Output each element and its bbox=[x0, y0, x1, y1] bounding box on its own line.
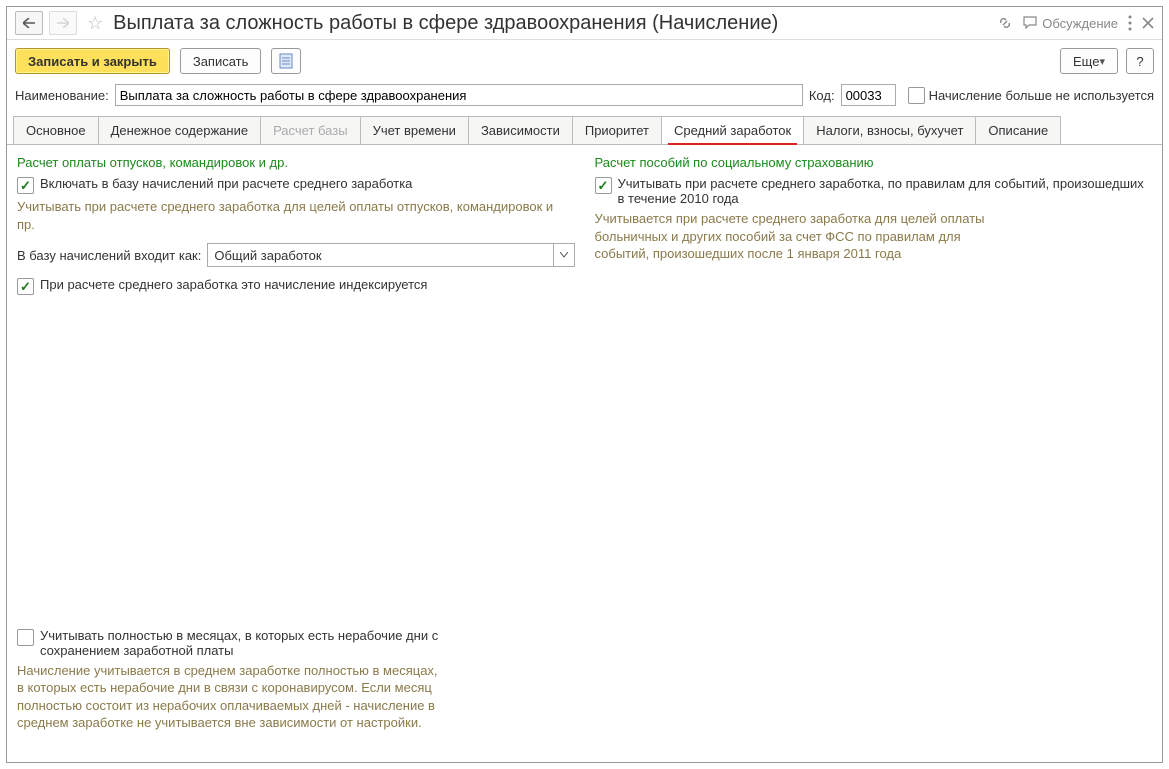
not-used-label: Начисление больше не используется bbox=[929, 88, 1154, 103]
code-input[interactable] bbox=[841, 84, 896, 106]
social-insurance-label: Учитывать при расчете среднего заработка… bbox=[618, 176, 1153, 206]
full-months-label: Учитывать полностью в месяцах, в которых… bbox=[40, 628, 447, 658]
name-input[interactable] bbox=[115, 84, 803, 106]
include-in-base-checkbox[interactable] bbox=[17, 177, 34, 194]
full-months-hint: Начисление учитывается в среднем заработ… bbox=[17, 662, 447, 732]
tab-average-earnings[interactable]: Средний заработок bbox=[661, 116, 804, 144]
include-in-base-hint: Учитывать при расчете среднего заработка… bbox=[17, 198, 575, 233]
tabs-bar: Основное Денежное содержание Расчет базы… bbox=[7, 116, 1162, 145]
link-icon[interactable] bbox=[997, 15, 1013, 31]
base-as-value: Общий заработок bbox=[208, 244, 552, 266]
page-title: Выплата за сложность работы в сфере здра… bbox=[113, 12, 991, 35]
indexed-checkbox[interactable] bbox=[17, 278, 34, 295]
base-as-label: В базу начислений входит как: bbox=[17, 248, 201, 263]
indexed-label: При расчете среднего заработка это начис… bbox=[40, 277, 427, 292]
tab-money[interactable]: Денежное содержание bbox=[98, 116, 261, 144]
help-button[interactable]: ? bbox=[1126, 48, 1154, 74]
code-label: Код: bbox=[809, 88, 835, 103]
left-section-title: Расчет оплаты отпусков, командировок и д… bbox=[17, 155, 575, 170]
save-and-close-button[interactable]: Записать и закрыть bbox=[15, 48, 170, 74]
base-as-select[interactable]: Общий заработок bbox=[207, 243, 574, 267]
discussion-button[interactable]: Обсуждение bbox=[1023, 16, 1118, 31]
tab-basecalc[interactable]: Расчет базы bbox=[260, 116, 361, 144]
full-months-checkbox[interactable] bbox=[17, 629, 34, 646]
include-in-base-label: Включать в базу начислений при расчете с… bbox=[40, 176, 412, 191]
tab-priority[interactable]: Приоритет bbox=[572, 116, 662, 144]
tab-time[interactable]: Учет времени bbox=[360, 116, 469, 144]
tab-taxes[interactable]: Налоги, взносы, бухучет bbox=[803, 116, 976, 144]
tab-main[interactable]: Основное bbox=[13, 116, 99, 144]
favorite-star-icon[interactable]: ☆ bbox=[83, 13, 107, 34]
social-insurance-hint: Учитывается при расчете среднего заработ… bbox=[595, 210, 995, 263]
right-section-title: Расчет пособий по социальному страховани… bbox=[595, 155, 1153, 170]
social-insurance-checkbox[interactable] bbox=[595, 177, 612, 194]
name-label: Наименование: bbox=[15, 88, 109, 103]
more-button[interactable]: Еще bbox=[1060, 48, 1118, 74]
kebab-menu-icon[interactable] bbox=[1128, 15, 1132, 31]
save-button[interactable]: Записать bbox=[180, 48, 262, 74]
report-button[interactable] bbox=[271, 48, 301, 74]
chevron-down-icon[interactable] bbox=[553, 244, 574, 266]
close-icon[interactable] bbox=[1142, 17, 1154, 29]
back-button[interactable] bbox=[15, 11, 43, 35]
tab-dependencies[interactable]: Зависимости bbox=[468, 116, 573, 144]
tab-description[interactable]: Описание bbox=[975, 116, 1061, 144]
discussion-label: Обсуждение bbox=[1042, 16, 1118, 31]
forward-button[interactable] bbox=[49, 11, 77, 35]
not-used-checkbox[interactable] bbox=[908, 87, 925, 104]
